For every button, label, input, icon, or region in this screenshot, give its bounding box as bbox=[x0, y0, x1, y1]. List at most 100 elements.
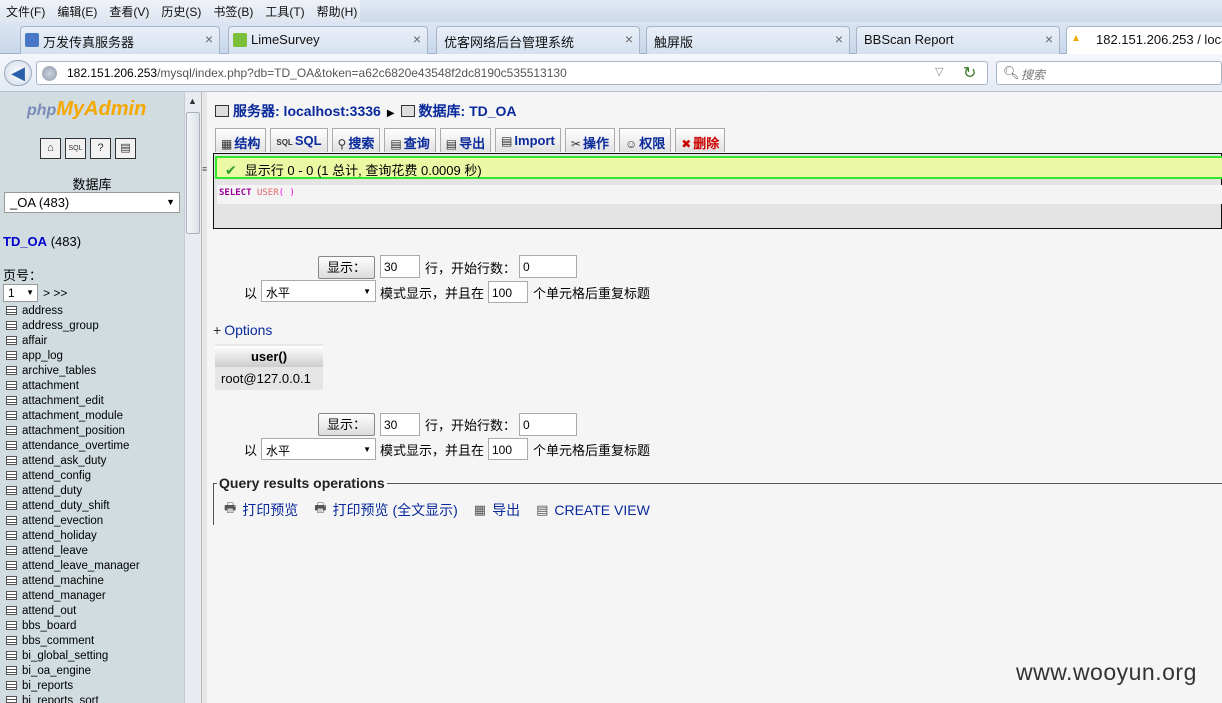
breadcrumb-server[interactable]: 服务器: localhost:3336 bbox=[233, 103, 381, 119]
print-preview-link[interactable]: 打印预览 bbox=[242, 500, 298, 520]
export-link[interactable]: 导出 bbox=[492, 500, 520, 520]
table-list-item[interactable]: app_log bbox=[6, 349, 140, 364]
rows-input[interactable]: 30 bbox=[380, 413, 420, 436]
database-link[interactable]: TD_OA bbox=[3, 234, 47, 249]
table-name[interactable]: bi_global_setting bbox=[22, 650, 108, 662]
sql-icon[interactable]: SQL bbox=[65, 138, 86, 159]
table-name[interactable]: archive_tables bbox=[22, 365, 96, 377]
start-row-input[interactable]: 0 bbox=[519, 255, 577, 278]
tab-drop[interactable]: ✖ 删除 bbox=[675, 128, 726, 152]
table-name[interactable]: address bbox=[22, 305, 63, 317]
browser-tab[interactable]: LimeSurvey × bbox=[228, 26, 428, 54]
table-name[interactable]: attend_leave_manager bbox=[22, 560, 140, 572]
browser-tab[interactable]: 触屏版 × bbox=[646, 26, 850, 54]
menu-history[interactable]: 历史(S) bbox=[155, 3, 207, 20]
rows-input[interactable]: 30 bbox=[380, 255, 420, 278]
display-mode-select[interactable]: 水平 ▼ bbox=[261, 438, 376, 460]
reload-icon[interactable]: ↻ bbox=[963, 63, 976, 83]
menu-bookmarks[interactable]: 书签(B) bbox=[207, 3, 259, 20]
table-icon[interactable] bbox=[6, 441, 17, 450]
database-select[interactable]: _OA (483) ▼ bbox=[4, 192, 180, 213]
table-list-item[interactable]: attend_out bbox=[6, 604, 140, 619]
table-icon[interactable] bbox=[6, 591, 17, 600]
table-list-item[interactable]: attend_duty_shift bbox=[6, 499, 140, 514]
column-header[interactable]: user() bbox=[215, 344, 323, 367]
table-icon[interactable] bbox=[6, 426, 17, 435]
table-list-item[interactable]: bi_global_setting bbox=[6, 649, 140, 664]
table-name[interactable]: attachment_edit bbox=[22, 395, 104, 407]
print-preview-full-link[interactable]: 打印预览 (全文显示) bbox=[333, 500, 458, 520]
page-next-links[interactable]: > >> bbox=[43, 286, 67, 300]
address-bar[interactable]: 182.151.206.253/mysql/index.php?db=TD_OA… bbox=[36, 61, 988, 85]
table-list-item[interactable]: attachment bbox=[6, 379, 140, 394]
table-name[interactable]: attend_evection bbox=[22, 515, 103, 527]
table-name[interactable]: bi_reports bbox=[22, 680, 73, 692]
table-list-item[interactable]: archive_tables bbox=[6, 364, 140, 379]
table-list-item[interactable]: bi_reports bbox=[6, 679, 140, 694]
table-name[interactable]: attend_manager bbox=[22, 590, 106, 602]
table-icon[interactable] bbox=[6, 471, 17, 480]
table-list-item[interactable]: attachment_edit bbox=[6, 394, 140, 409]
home-icon[interactable]: ⌂ bbox=[40, 138, 61, 159]
table-name[interactable]: attend_ask_duty bbox=[22, 455, 106, 467]
table-icon[interactable] bbox=[6, 321, 17, 330]
table-icon[interactable] bbox=[6, 501, 17, 510]
show-button[interactable]: 显示： bbox=[318, 256, 375, 279]
table-icon[interactable] bbox=[6, 546, 17, 555]
table-name[interactable]: attendance_overtime bbox=[22, 440, 129, 452]
table-icon[interactable] bbox=[6, 381, 17, 390]
table-name[interactable]: attachment_module bbox=[22, 410, 123, 422]
table-list-item[interactable]: bi_reports_sort bbox=[6, 694, 140, 703]
table-icon[interactable] bbox=[6, 666, 17, 675]
table-list-item[interactable]: affair bbox=[6, 334, 140, 349]
table-icon[interactable] bbox=[6, 351, 17, 360]
browser-tab[interactable]: 万发传真服务器 × bbox=[20, 26, 220, 54]
table-icon[interactable] bbox=[6, 366, 17, 375]
table-name[interactable]: attachment bbox=[22, 380, 79, 392]
table-list-item[interactable]: address bbox=[6, 304, 140, 319]
table-icon[interactable] bbox=[6, 306, 17, 315]
help-icon[interactable]: ? bbox=[90, 138, 111, 159]
options-toggle[interactable]: + Options bbox=[213, 322, 272, 338]
table-name[interactable]: bbs_board bbox=[22, 620, 76, 632]
scroll-up-icon[interactable]: ▲ bbox=[188, 96, 197, 106]
table-list-item[interactable]: attend_ask_duty bbox=[6, 454, 140, 469]
show-button[interactable]: 显示： bbox=[318, 413, 375, 436]
table-name[interactable]: affair bbox=[22, 335, 47, 347]
table-list-item[interactable]: bbs_board bbox=[6, 619, 140, 634]
table-icon[interactable] bbox=[6, 396, 17, 405]
repeat-header-input[interactable]: 100 bbox=[488, 438, 528, 460]
tab-export[interactable]: ▤ 导出 bbox=[439, 128, 492, 152]
table-icon[interactable] bbox=[6, 636, 17, 645]
table-list-item[interactable]: bi_oa_engine bbox=[6, 664, 140, 679]
table-list-item[interactable]: attend_manager bbox=[6, 589, 140, 604]
create-view-link[interactable]: CREATE VIEW bbox=[554, 502, 649, 518]
table-name[interactable]: attend_out bbox=[22, 605, 76, 617]
table-list-item[interactable]: attend_machine bbox=[6, 574, 140, 589]
table-name[interactable]: attend_duty bbox=[22, 485, 82, 497]
sidebar-scrollbar[interactable]: ▲ bbox=[184, 92, 201, 703]
table-name[interactable]: address_group bbox=[22, 320, 99, 332]
phpmyadmin-logo[interactable]: phpMyAdmin bbox=[27, 98, 146, 121]
tab-query[interactable]: ▤ 查询 bbox=[384, 128, 436, 152]
table-icon[interactable] bbox=[6, 456, 17, 465]
menu-tools[interactable]: 工具(T) bbox=[259, 3, 310, 20]
table-list-item[interactable]: attend_config bbox=[6, 469, 140, 484]
tab-sql[interactable]: SQL SQL bbox=[270, 128, 328, 152]
table-name[interactable]: app_log bbox=[22, 350, 63, 362]
table-list-item[interactable]: attend_holiday bbox=[6, 529, 140, 544]
table-name[interactable]: attend_holiday bbox=[22, 530, 97, 542]
table-name[interactable]: attachment_position bbox=[22, 425, 125, 437]
menu-view[interactable]: 查看(V) bbox=[103, 3, 155, 20]
menu-file[interactable]: 文件(F) bbox=[0, 3, 51, 20]
table-icon[interactable] bbox=[6, 561, 17, 570]
dropdown-arrow-icon[interactable]: ▽ bbox=[935, 65, 943, 78]
table-icon[interactable] bbox=[6, 621, 17, 630]
back-button[interactable]: ◀ bbox=[4, 60, 32, 86]
result-cell[interactable]: root@127.0.0.1 bbox=[215, 367, 323, 390]
table-list-item[interactable]: bbs_comment bbox=[6, 634, 140, 649]
table-icon[interactable] bbox=[6, 516, 17, 525]
table-list-item[interactable]: attend_leave_manager bbox=[6, 559, 140, 574]
table-name[interactable]: attend_machine bbox=[22, 575, 104, 587]
table-icon[interactable] bbox=[6, 486, 17, 495]
